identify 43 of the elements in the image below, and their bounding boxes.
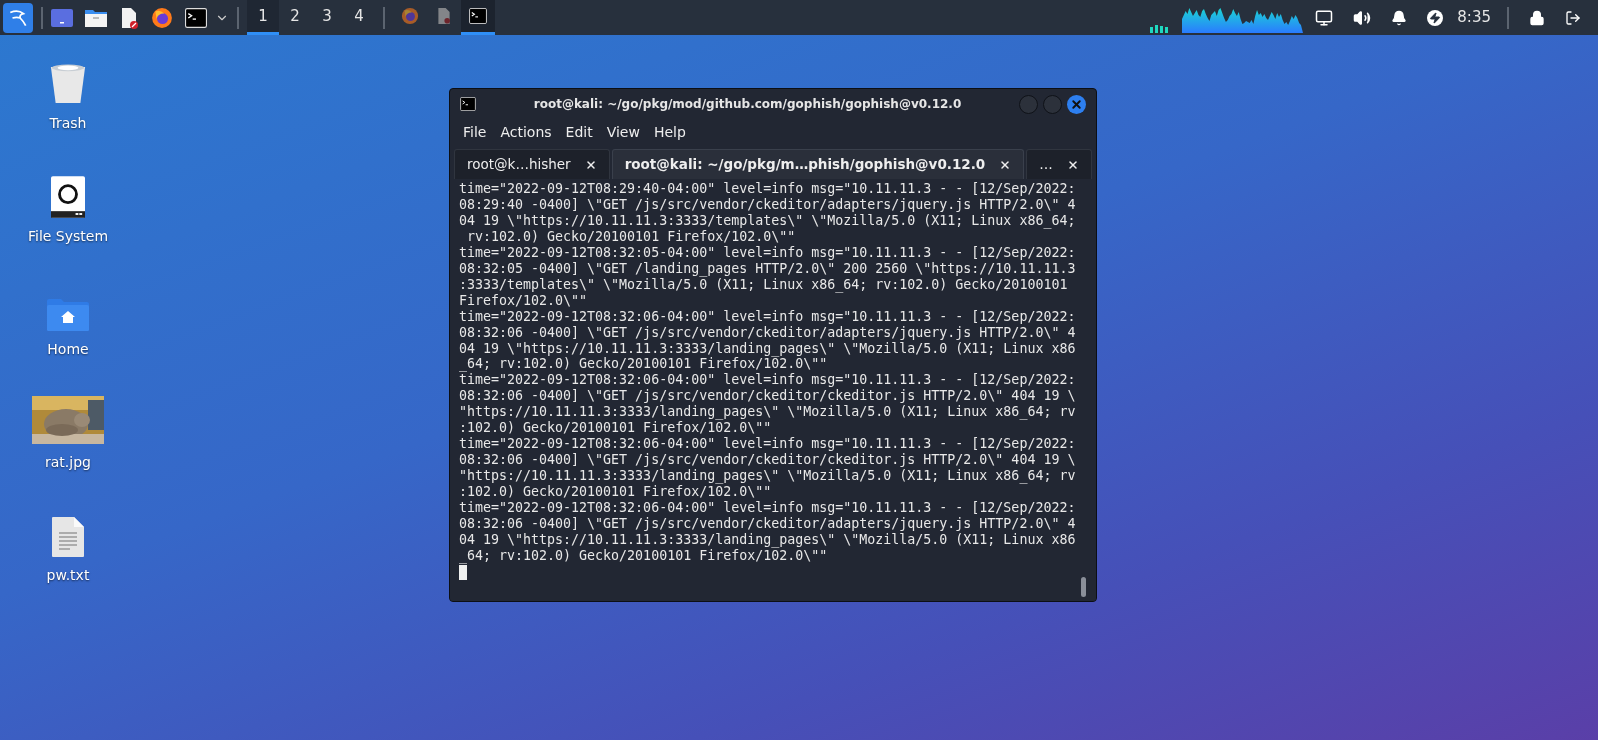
menu-item[interactable]: Edit [558, 121, 600, 143]
terminal-line: rv:102.0) Gecko/20100101 Firefox/102.0\"" [466, 228, 797, 245]
terminal-line: 08:32:06 -0400] \"GET /js/src/vendor/ckeditor/ckeditor.js HTTP/2.0\" 404 19 \ [459, 452, 1077, 469]
terminal-line: "https://10.11.11.3:3333/landing_pages\" \"Mozilla/5.0 (X11; Linux x86_64; rv [459, 468, 1077, 485]
workspace-button[interactable]: 4 [343, 0, 375, 35]
terminal-line: time="2022-09-12T08:32:06-04:00" level=info msg="10.11.11.3 - - [12/Sep/2022: [459, 308, 1077, 325]
terminal-line: 08:29:40 -0400] \"GET /js/src/vendor/ckeditor/adapters/jquery.js HTTP/2.0\" 4 [459, 196, 1077, 213]
menu-item[interactable]: File [456, 121, 494, 143]
terminal-line: 04 19 \"https://10.11.11.3:3333/landing_pages\" \"Mozilla/5.0 (X11; Linux x86 [459, 531, 1077, 548]
terminal-tab[interactable]: … [1026, 149, 1092, 179]
terminal-tab[interactable]: root@kali: ~/go/pkg/m…phish/gophish@v0.12.0 [611, 149, 1025, 179]
terminal-line: :3333/templates\" \"Mozilla/5.0 (X11; Linux x86_64; rv:102.0) Gecko/20100101 [459, 276, 1069, 293]
desktop-icon-label[interactable]: Home [47, 339, 89, 360]
terminal-line: time="2022-09-12T08:32:06-04:00" level=info msg="10.11.11.3 - - [12/Sep/2022: [459, 372, 1077, 389]
terminal-line: :102.0) Gecko/20100101 Firefox/102.0\"" [459, 420, 773, 437]
terminal-line: _64; rv:102.0) Gecko/20100101 Firefox/102.0\"" [459, 547, 828, 564]
workspace-button[interactable]: 3 [311, 0, 343, 35]
terminal-line: "https://10.11.11.3:3333/landing_pages\" \"Mozilla/5.0 (X11; Linux x86_64; rv [459, 404, 1077, 421]
desktop-icon-label[interactable]: rat.jpg [45, 452, 91, 473]
terminal-line: 08:32:06 -0400] \"GET /js/src/vendor/ckeditor/adapters/jquery.js HTTP/2.0\" 4 [459, 324, 1077, 341]
terminal-line: Firefox/102.0\"" [459, 292, 589, 309]
desktop-icon-label[interactable]: File System [27, 226, 109, 247]
terminal-line: 04 19 \"https://10.11.11.3:3333/templates\" \"Mozilla/5.0 (X11; Linux x86_64; [459, 212, 1077, 229]
window-title: root@kali: ~/go/pkg/mod/github.com/gophish/gophish@v0.12.0 [532, 96, 963, 113]
terminal-line: 08:32:05 -0400] \"GET /landing_pages HTTP/2.0\" 200 2560 \"https://10.11.11.3 [459, 260, 1077, 277]
terminal-line: time="2022-09-12T08:32:06-04:00" level=info msg="10.11.11.3 - - [12/Sep/2022: [459, 436, 1077, 453]
menu-item[interactable]: Help [646, 121, 693, 143]
desktop-icon-label[interactable]: Trash [49, 113, 87, 134]
terminal-line: :102.0) Gecko/20100101 Firefox/102.0\"" [459, 484, 773, 501]
menu-item[interactable]: Actions [493, 121, 559, 143]
terminal-line: 04 19 \"https://10.11.11.3:3333/landing_pages\" \"Mozilla/5.0 (X11; Linux x86 [459, 340, 1077, 357]
workspace-button[interactable]: 1 [247, 0, 279, 35]
terminal-line: 08:32:06 -0400] \"GET /js/src/vendor/ckeditor/adapters/jquery.js HTTP/2.0\" 4 [459, 516, 1077, 532]
menu-item[interactable]: View [599, 121, 647, 143]
clock[interactable]: 8:35 [1457, 6, 1491, 29]
terminal-tab[interactable]: root@k…hisher [454, 149, 610, 179]
desktop-icon-label[interactable]: pw.txt [46, 565, 90, 586]
terminal-line: time="2022-09-12T08:29:40-04:00" level=info msg="10.11.11.3 - - [12/Sep/2022: [459, 181, 1077, 197]
terminal-line: time="2022-09-12T08:32:06-04:00" level=info msg="10.11.11.3 - - [12/Sep/2022: [459, 500, 1077, 516]
terminal-line: 08:32:06 -0400] \"GET /js/src/vendor/ckeditor/ckeditor.js HTTP/2.0\" 404 19 \ [459, 388, 1077, 405]
workspace-button[interactable]: 2 [279, 0, 311, 35]
terminal-line: time="2022-09-12T08:32:05-04:00" level=info msg="10.11.11.3 - - [12/Sep/2022: [459, 244, 1077, 261]
terminal-line: _64; rv:102.0) Gecko/20100101 Firefox/102.0\"" [459, 356, 828, 373]
